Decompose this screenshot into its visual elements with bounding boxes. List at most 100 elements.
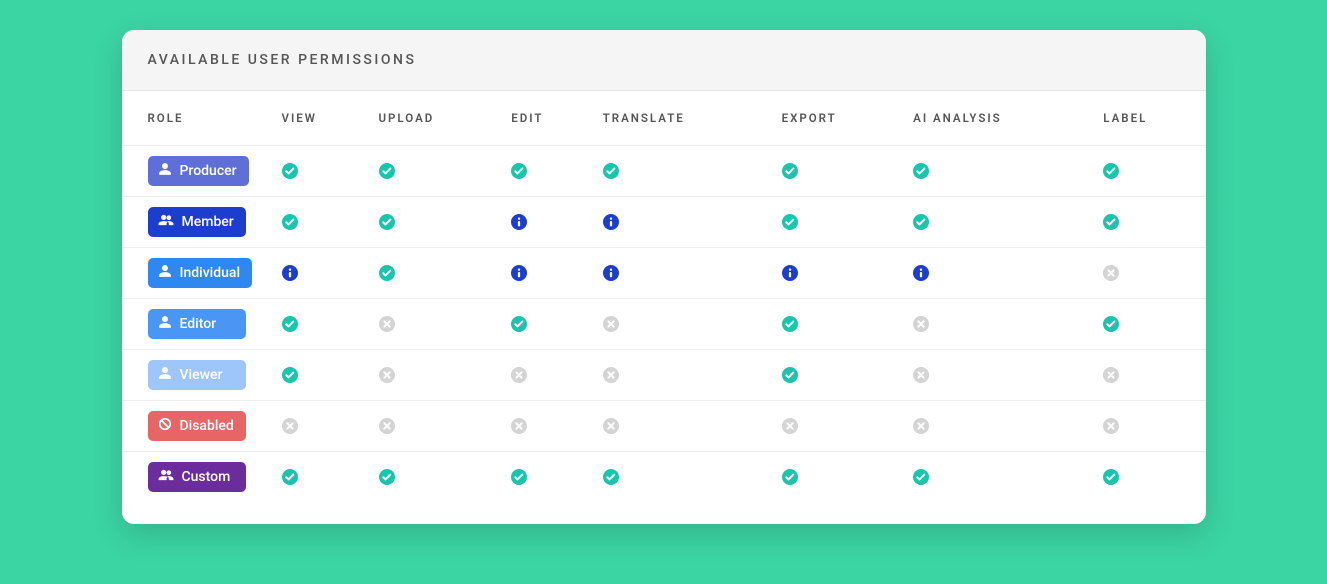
- perm-cell: [501, 299, 592, 350]
- user-icon: [158, 162, 172, 180]
- table-row: Viewer: [122, 350, 1206, 401]
- perm-cell: [501, 452, 592, 503]
- perm-cell: [272, 197, 369, 248]
- perm-cell: [1093, 146, 1205, 197]
- column-header: LABEL: [1093, 91, 1205, 146]
- perm-cell: [272, 248, 369, 299]
- perm-cell: [501, 401, 592, 452]
- perm-cell: [593, 452, 772, 503]
- info-circle-icon: [603, 214, 762, 230]
- check-circle-icon: [1103, 469, 1195, 485]
- perm-cell: [903, 350, 1093, 401]
- times-circle-icon: [511, 418, 582, 434]
- perm-cell: [1093, 350, 1205, 401]
- perm-cell: [501, 146, 592, 197]
- times-circle-icon: [379, 316, 492, 332]
- check-circle-icon: [282, 316, 359, 332]
- check-circle-icon: [282, 367, 359, 383]
- times-circle-icon: [913, 367, 1083, 383]
- perm-cell: [772, 350, 904, 401]
- role-badge-individual[interactable]: Individual: [148, 258, 253, 288]
- times-circle-icon: [1103, 265, 1195, 281]
- column-header: ROLE: [122, 91, 272, 146]
- perm-cell: [369, 197, 502, 248]
- table-row: Custom: [122, 452, 1206, 503]
- role-badge-editor[interactable]: Editor: [148, 309, 246, 339]
- table-row: Member: [122, 197, 1206, 248]
- info-circle-icon: [782, 265, 894, 281]
- check-circle-icon: [913, 163, 1083, 179]
- check-circle-icon: [782, 163, 894, 179]
- check-circle-icon: [282, 469, 359, 485]
- perm-cell: [1093, 248, 1205, 299]
- table-row: Disabled: [122, 401, 1206, 452]
- perm-cell: [501, 197, 592, 248]
- perm-cell: [593, 401, 772, 452]
- perm-cell: [772, 452, 904, 503]
- times-circle-icon: [282, 418, 359, 434]
- perm-cell: [593, 197, 772, 248]
- times-circle-icon: [511, 367, 582, 383]
- info-circle-icon: [511, 265, 582, 281]
- times-circle-icon: [603, 367, 762, 383]
- times-circle-icon: [379, 367, 492, 383]
- check-circle-icon: [782, 316, 894, 332]
- table-row: Producer: [122, 146, 1206, 197]
- perm-cell: [772, 401, 904, 452]
- perm-cell: [593, 248, 772, 299]
- role-badge-producer[interactable]: Producer: [148, 156, 249, 186]
- role-label: Individual: [180, 265, 241, 281]
- column-header: UPLOAD: [369, 91, 502, 146]
- perm-cell: [593, 146, 772, 197]
- table-row: Editor: [122, 299, 1206, 350]
- perm-cell: [272, 146, 369, 197]
- users-icon: [158, 213, 174, 231]
- role-label: Disabled: [180, 418, 234, 434]
- check-circle-icon: [1103, 163, 1195, 179]
- check-circle-icon: [913, 214, 1083, 230]
- permissions-card: AVAILABLE USER PERMISSIONS ROLEVIEWUPLOA…: [122, 30, 1206, 524]
- check-circle-icon: [782, 367, 894, 383]
- column-header: AI ANALYSIS: [903, 91, 1093, 146]
- check-circle-icon: [603, 163, 762, 179]
- perm-cell: [272, 350, 369, 401]
- check-circle-icon: [379, 214, 492, 230]
- role-label: Custom: [182, 469, 231, 485]
- perm-cell: [272, 299, 369, 350]
- check-circle-icon: [511, 316, 582, 332]
- role-badge-custom[interactable]: Custom: [148, 462, 246, 492]
- perm-cell: [369, 452, 502, 503]
- check-circle-icon: [1103, 214, 1195, 230]
- role-badge-viewer[interactable]: Viewer: [148, 360, 246, 390]
- perm-cell: [903, 299, 1093, 350]
- perm-cell: [772, 248, 904, 299]
- times-circle-icon: [379, 418, 492, 434]
- perm-cell: [903, 197, 1093, 248]
- times-circle-icon: [1103, 418, 1195, 434]
- times-circle-icon: [603, 418, 762, 434]
- column-header: EXPORT: [772, 91, 904, 146]
- ban-icon: [158, 417, 172, 435]
- check-circle-icon: [511, 163, 582, 179]
- role-label: Editor: [180, 316, 217, 332]
- check-circle-icon: [1103, 316, 1195, 332]
- info-circle-icon: [282, 265, 359, 281]
- times-circle-icon: [1103, 367, 1195, 383]
- check-circle-icon: [379, 469, 492, 485]
- info-circle-icon: [603, 265, 762, 281]
- check-circle-icon: [913, 469, 1083, 485]
- check-circle-icon: [603, 469, 762, 485]
- role-label: Member: [182, 214, 234, 230]
- column-header: TRANSLATE: [593, 91, 772, 146]
- role-label: Viewer: [180, 367, 223, 383]
- perm-cell: [501, 248, 592, 299]
- role-badge-disabled[interactable]: Disabled: [148, 411, 246, 441]
- role-badge-member[interactable]: Member: [148, 207, 246, 237]
- perm-cell: [903, 452, 1093, 503]
- info-circle-icon: [913, 265, 1083, 281]
- times-circle-icon: [913, 316, 1083, 332]
- user-icon: [158, 315, 172, 333]
- times-circle-icon: [913, 418, 1083, 434]
- check-circle-icon: [379, 265, 492, 281]
- check-circle-icon: [782, 214, 894, 230]
